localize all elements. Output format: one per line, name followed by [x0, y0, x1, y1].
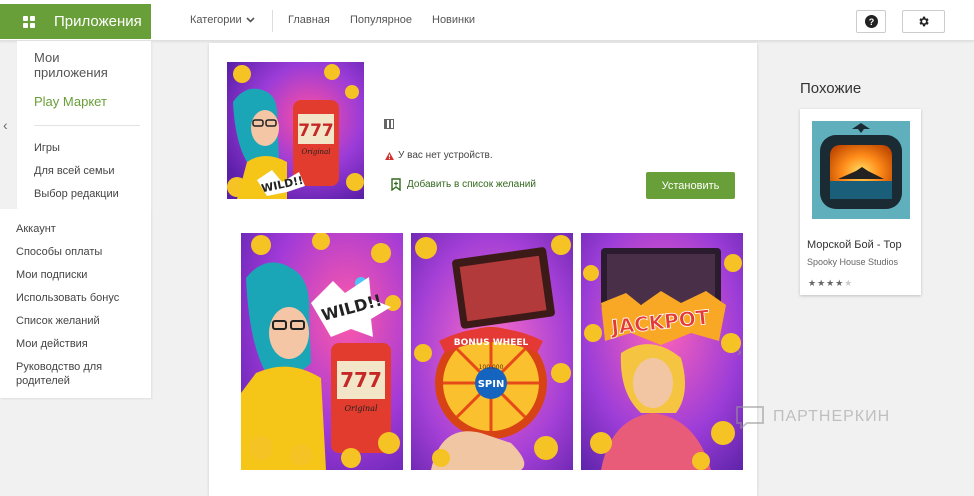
warning-icon — [385, 151, 394, 160]
sidebar-item-editors-choice[interactable]: Выбор редакции — [34, 188, 119, 200]
top-bar: Приложения Категории Главная Популярное … — [0, 0, 974, 41]
screenshot-2-prize-text: 100,000 — [479, 364, 504, 371]
nav-divider — [272, 10, 273, 32]
chevron-right-icon[interactable]: › — [737, 343, 742, 359]
sidebar-my-apps[interactable]: Мои приложения — [34, 50, 134, 80]
sidebar-item-family[interactable]: Для всей семьи — [34, 165, 114, 177]
nav-popular[interactable]: Популярное — [350, 14, 412, 26]
help-icon: ? — [864, 15, 878, 28]
chevron-down-icon — [246, 17, 255, 23]
chat-bubble-icon — [736, 406, 764, 429]
screenshot-1-original-text: Original — [344, 404, 378, 413]
sidebar-item-account[interactable]: Аккаунт — [16, 222, 146, 236]
sidebar-item-subscriptions[interactable]: Мои подписки — [16, 268, 146, 282]
similar-app-card[interactable]: Морской Бой - Тор Spooky House Studios ★… — [800, 109, 921, 295]
wishlist-label: Добавить в список желаний — [407, 179, 536, 190]
sidebar-account: Аккаунт Способы оплаты Мои подписки Испо… — [0, 209, 151, 398]
sidebar-item-activity[interactable]: Мои действия — [16, 337, 146, 351]
brand-label: Приложения — [54, 13, 142, 30]
screenshot-3[interactable]: JACKPOT — [581, 233, 743, 470]
similar-app-developer[interactable]: Spooky House Studios — [807, 257, 919, 267]
icon-777-text: 777 — [298, 121, 334, 141]
screenshot-2[interactable]: SPIN BONUS WHEEL 100,000 — [411, 233, 573, 470]
nav-new[interactable]: Новинки — [432, 14, 475, 26]
sidebar-nav: Мои приложения Play Маркет Игры Для всей… — [17, 41, 151, 209]
watermark-text: ПАРТНЕРКИН — [773, 408, 891, 425]
rating-stars: ★★★★★ — [808, 278, 854, 288]
app-details-card: 777 Original WILD!! У вас нет устройств.… — [209, 43, 757, 496]
watermark: ПАРТНЕРКИН — [735, 405, 890, 429]
settings-button[interactable] — [902, 10, 945, 33]
gear-icon — [919, 16, 929, 27]
sidebar-item-games[interactable]: Игры — [34, 142, 60, 154]
categories-dropdown[interactable]: Категории — [190, 14, 255, 26]
similar-title: Похожие — [800, 80, 862, 97]
sidebar-item-payment-methods[interactable]: Способы оплаты — [16, 245, 146, 259]
screenshot-1[interactable]: WILD!! 777 Original — [241, 233, 403, 470]
similar-app-icon — [812, 121, 910, 219]
apps-brand-button[interactable]: Приложения — [0, 4, 151, 39]
warning-text: У вас нет устройств. — [398, 150, 493, 161]
categories-label: Категории — [190, 14, 242, 26]
bookmark-add-icon — [391, 178, 401, 191]
svg-text:?: ? — [868, 17, 874, 27]
similar-app-name[interactable]: Морской Бой - Тор — [807, 239, 919, 251]
wishlist-link[interactable]: Добавить в список желаний — [391, 178, 536, 191]
nav-home[interactable]: Главная — [288, 14, 330, 26]
screenshot-1-777-text: 777 — [340, 368, 382, 392]
apps-grid-icon — [23, 15, 35, 28]
icon-original-text: Original — [302, 148, 331, 156]
app-icon: 777 Original WILD!! — [227, 62, 364, 199]
sidebar-item-redeem[interactable]: Использовать бонус — [16, 291, 146, 305]
help-button[interactable]: ? — [856, 10, 886, 33]
sidebar-item-wishlist[interactable]: Список желаний — [16, 314, 146, 328]
sidebar-divider — [34, 125, 140, 126]
sidebar-play-market[interactable]: Play Маркет — [34, 94, 107, 109]
sidebar-item-parent-guide[interactable]: Руководство для родителей — [16, 360, 146, 388]
device-warning: У вас нет устройств. — [385, 150, 493, 161]
install-button[interactable]: Установить — [646, 172, 735, 199]
chevron-left-icon[interactable]: ‹ — [3, 117, 8, 133]
qr-code-icon — [384, 119, 394, 129]
screenshot-2-spin-text: SPIN — [478, 379, 505, 390]
screenshot-2-bonus-text: BONUS WHEEL — [454, 338, 529, 348]
